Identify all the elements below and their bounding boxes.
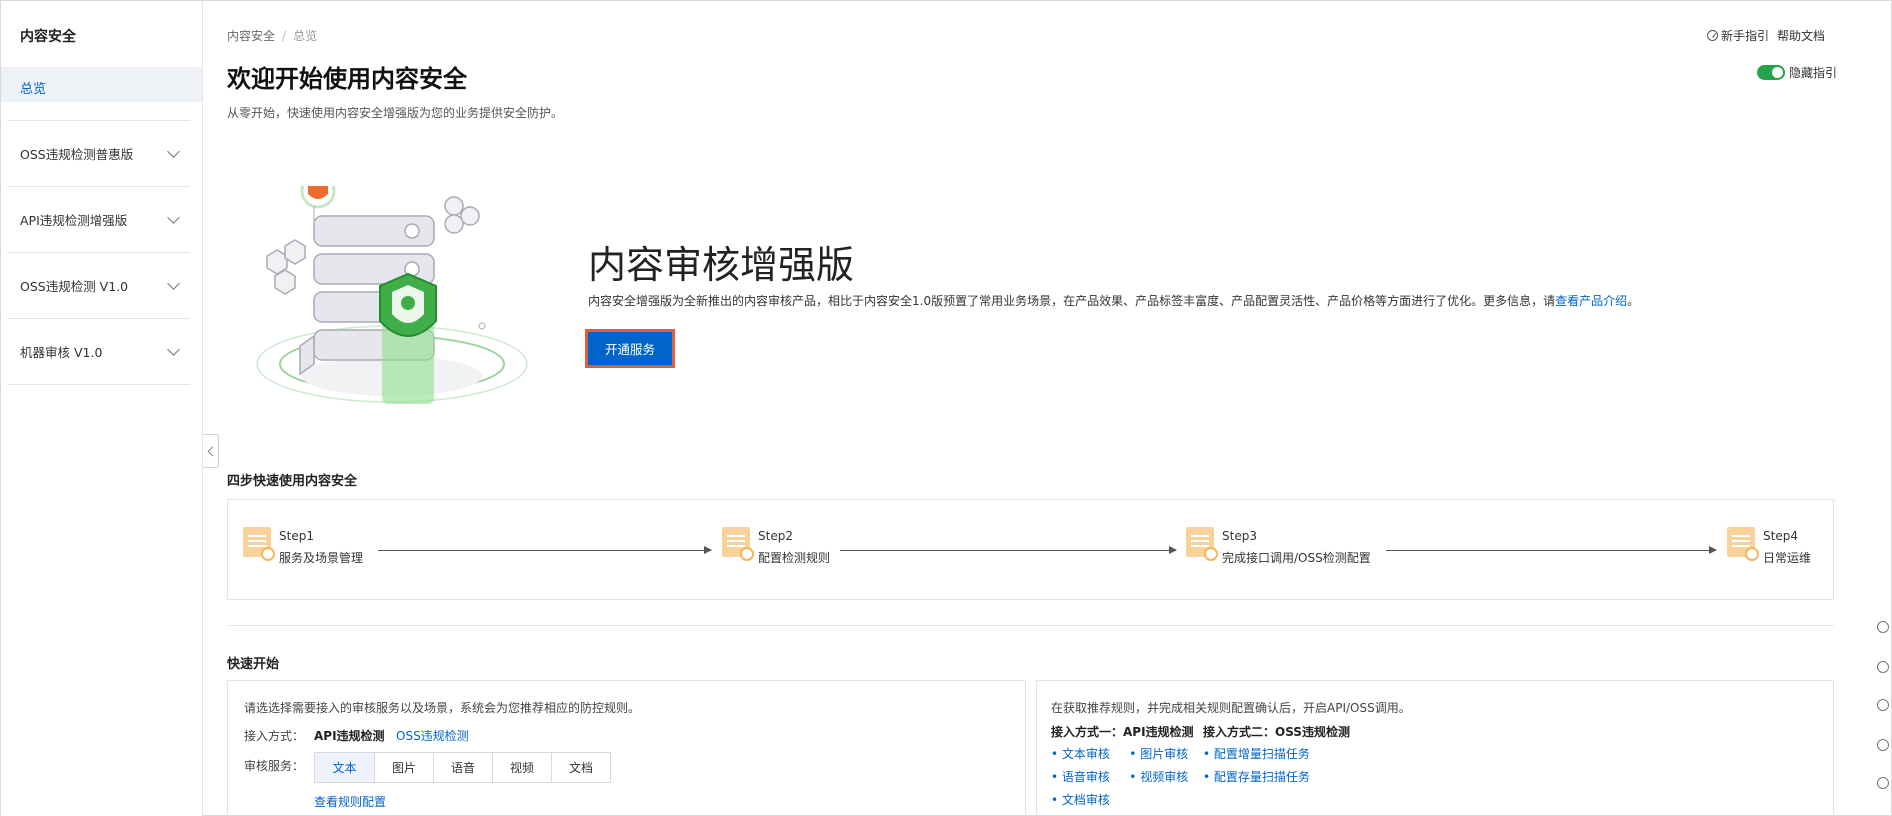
step-label: 日常运维 [1763,551,1812,565]
step-arrow [1386,546,1717,554]
step-number: Step1 [279,529,314,543]
access-desc: 在获取推荐规则，并完成相关规则配置确认后，开启API/OSS调用。 [1051,701,1411,715]
server-icon [1186,527,1218,561]
steps-title: 四步快速使用内容安全 [227,474,358,489]
api-access-column: 接入方式一：API违规检测 文本审核 图片审核 语音审核 视频审核 文档审核 [1051,723,1194,808]
hide-guide-label: 隐藏指引 [1788,66,1837,80]
product-intro-link[interactable]: 查看产品介绍 [1555,294,1627,308]
access-oss-option[interactable]: OSS违规检测 [396,727,469,744]
step-3: Step3 完成接口调用/OSS检测配置 [1186,527,1371,569]
step-number: Step3 [1222,529,1257,543]
support-icon[interactable] [1877,661,1889,673]
step-arrow [840,546,1177,554]
settings-icon[interactable] [1877,699,1889,711]
help-docs-link[interactable]: 帮助文档 [1777,27,1825,44]
incremental-scan-link[interactable]: 配置增量扫描任务 [1203,745,1350,762]
step-label: 完成接口调用/OSS检测配置 [1222,551,1371,565]
hide-guide-control: 隐藏指引 [1756,64,1837,81]
quick-start-access-card: 在获取推荐规则，并完成相关规则配置确认后，开启API/OSS调用。 接入方式一：… [1036,680,1834,816]
tab-video[interactable]: 视频 [492,753,551,782]
chevron-down-icon [167,276,180,290]
settings-document-icon [722,527,754,561]
video-review-link[interactable]: 视频审核 [1129,768,1193,785]
oss-access-column: 接入方式二：OSS违规检测 配置增量扫描任务 配置存量扫描任务 [1203,723,1350,785]
app-window: 内容安全 总览 OSS违规检测普惠版 API违规检测增强版 OSS违规检测 V1… [0,0,1892,816]
hero-description: 内容安全增强版为全新推出的内容审核产品，相比于内容安全1.0版预置了常用业务场景… [588,294,1640,308]
view-rules-link[interactable]: 查看规则配置 [314,793,386,810]
security-illustration [256,186,528,404]
top-links: 新手指引 帮助文档 [1706,27,1825,44]
monitor-icon [1727,527,1759,561]
breadcrumb-current: 总览 [293,29,318,43]
step-1: Step1 服务及场景管理 [243,527,363,569]
text-review-link[interactable]: 文本审核 [1051,745,1115,762]
sidebar-group-label: OSS违规检测普惠版 [20,147,134,162]
step-label: 服务及场景管理 [279,551,364,565]
hero-title: 内容审核增强版 [588,243,855,287]
document-icon [243,527,275,561]
tab-image[interactable]: 图片 [374,753,433,782]
tab-document[interactable]: 文档 [551,753,610,782]
image-review-link[interactable]: 图片审核 [1129,745,1193,762]
breadcrumb: 内容安全 / 总览 [227,29,318,43]
chevron-down-icon [167,210,180,224]
oss-access-head: 接入方式二：OSS违规检测 [1203,725,1350,739]
voice-review-link[interactable]: 语音审核 [1051,768,1115,785]
service-tabs: 文本 图片 语音 视频 文档 [314,752,611,783]
cart-icon[interactable] [1877,621,1889,633]
sidebar-group-machine-review[interactable]: 机器审核 V1.0 [7,319,190,385]
sidebar-group-api-enhanced[interactable]: API违规检测增强版 [7,187,190,253]
hide-guide-toggle[interactable] [1756,65,1785,80]
chevron-down-icon [167,342,180,356]
document-review-link[interactable]: 文档审核 [1051,791,1115,808]
page-title: 欢迎开始使用内容安全 [227,65,467,93]
quick-start-desc: 请选选择需要接入的审核服务以及场景，系统会为您推荐相应的防控规则。 [244,701,641,715]
section-divider [227,625,1834,626]
step-arrow [378,546,712,554]
main-content: 内容安全 / 总览 新手指引 帮助文档 欢迎开始使用内容安全 隐藏指引 从零开始，快… [204,1,1891,816]
floating-toolbar [1869,591,1891,816]
sidebar-group-oss-v1[interactable]: OSS违规检测 V1.0 [7,253,190,319]
tab-voice[interactable]: 语音 [433,753,492,782]
sidebar-group-label: OSS违规检测 V1.0 [20,279,129,294]
page-subtitle: 从零开始，快速使用内容安全增强版为您的业务提供安全防护。 [227,106,564,120]
tab-text[interactable]: 文本 [315,753,374,782]
quick-start-config-card: 请选选择需要接入的审核服务以及场景，系统会为您推荐相应的防控规则。 接入方式： … [227,680,1026,816]
compass-icon [1706,30,1718,41]
sidebar-group-label: 机器审核 V1.0 [20,345,103,360]
step-label: 配置检测规则 [758,551,831,565]
access-api-option[interactable]: API违规检测 [314,727,385,744]
access-method-label: 接入方式： [244,729,305,743]
sidebar-item-overview[interactable]: 总览 [1,67,202,102]
sidebar-group-label: API违规检测增强版 [20,213,128,228]
stock-scan-link[interactable]: 配置存量扫描任务 [1203,768,1350,785]
step-number: Step4 [1763,529,1798,543]
step-number: Step2 [758,529,793,543]
sidebar-title: 内容安全 [20,29,76,45]
breadcrumb-link[interactable]: 内容安全 [227,29,275,43]
sidebar: 内容安全 总览 OSS违规检测普惠版 API违规检测增强版 OSS违规检测 V1… [1,1,203,816]
quick-start-title: 快速开始 [227,657,280,672]
sidebar-group-oss-basic[interactable]: OSS违规检测普惠版 [7,121,190,187]
chevron-down-icon [167,144,180,158]
open-service-button[interactable]: 开通服务 [585,329,675,368]
guide-link[interactable]: 新手指引 [1706,27,1769,44]
feedback-icon[interactable] [1877,777,1889,789]
edit-icon[interactable] [1877,739,1889,751]
api-access-head: 接入方式一：API违规检测 [1051,725,1194,739]
steps-card: Step1 服务及场景管理 Step2 配置检测规则 Step3 完成接口调用/OSS… [227,499,1834,600]
step-2: Step2 配置检测规则 [722,527,830,569]
step-4: Step4 日常运维 [1727,527,1811,569]
service-label: 审核服务： [244,759,305,773]
